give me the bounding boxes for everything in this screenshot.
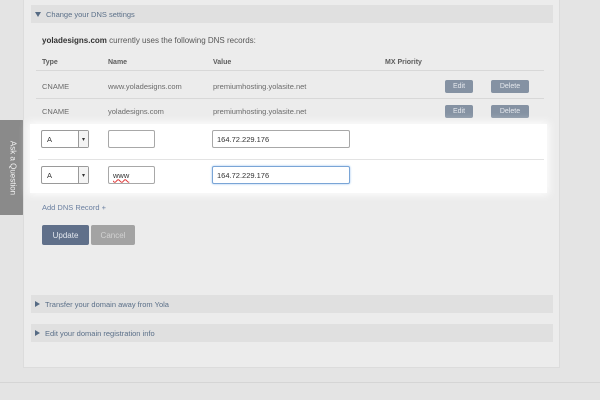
record-value-input[interactable]: 164.72.229.176 bbox=[212, 130, 350, 148]
col-header-name: Name bbox=[108, 59, 128, 66]
record-value: premiumhosting.yolasite.net bbox=[213, 82, 307, 91]
triangle-right-icon bbox=[35, 301, 40, 307]
transfer-section-title: Transfer your domain away from Yola bbox=[45, 299, 169, 309]
transfer-section-header[interactable]: Transfer your domain away from Yola bbox=[31, 295, 553, 313]
record-type-value: A bbox=[47, 134, 53, 144]
dns-section-title: Change your DNS settings bbox=[46, 9, 135, 19]
delete-button[interactable]: Delete bbox=[491, 80, 529, 93]
dropdown-arrow-icon: ▾ bbox=[78, 167, 88, 183]
record-value: premiumhosting.yolasite.net bbox=[213, 107, 307, 116]
record-type-value: A bbox=[47, 170, 53, 180]
record-name-value: www bbox=[113, 170, 130, 180]
footer-divider bbox=[0, 382, 600, 383]
edit-button[interactable]: Edit bbox=[445, 80, 473, 93]
record-value-input[interactable]: 164.72.229.176 bbox=[212, 166, 350, 184]
add-dns-record-link[interactable]: Add DNS Record + bbox=[42, 203, 106, 212]
record-value-text: 164.72.229.176 bbox=[217, 134, 270, 144]
col-header-type: Type bbox=[42, 59, 58, 66]
col-header-mx-priority: MX Priority bbox=[385, 59, 422, 66]
registration-section-header[interactable]: Edit your domain registration info bbox=[31, 324, 553, 342]
dropdown-arrow-icon: ▾ bbox=[78, 131, 88, 147]
delete-button[interactable]: Delete bbox=[491, 105, 529, 118]
registration-section-title: Edit your domain registration info bbox=[45, 328, 155, 338]
update-button[interactable]: Update bbox=[42, 225, 89, 245]
intro-text: currently uses the following DNS records… bbox=[106, 36, 256, 45]
row-divider bbox=[38, 159, 544, 160]
domain-name: yoladesigns.com bbox=[42, 36, 107, 45]
edit-button[interactable]: Edit bbox=[445, 105, 473, 118]
triangle-right-icon bbox=[35, 330, 40, 336]
cancel-button[interactable]: Cancel bbox=[91, 225, 135, 245]
record-name: yoladesigns.com bbox=[108, 107, 164, 116]
triangle-down-icon bbox=[35, 11, 41, 17]
col-header-value: Value bbox=[213, 59, 232, 66]
record-name-input[interactable] bbox=[108, 130, 155, 148]
record-type: CNAME bbox=[42, 107, 70, 116]
record-value-text: 164.72.229.176 bbox=[217, 170, 270, 180]
record-type: CNAME bbox=[42, 82, 70, 91]
record-name-input[interactable]: www bbox=[108, 166, 155, 184]
dns-intro-text: yoladesigns.com currently uses the follo… bbox=[42, 36, 256, 45]
row-divider bbox=[36, 98, 544, 99]
record-name: www.yoladesigns.com bbox=[108, 82, 182, 91]
dns-section-header[interactable]: Change your DNS settings bbox=[31, 5, 553, 23]
record-type-select[interactable]: A ▾ bbox=[41, 166, 89, 184]
ask-question-label: Ask a Question bbox=[8, 140, 18, 195]
record-type-select[interactable]: A ▾ bbox=[41, 130, 89, 148]
table-divider bbox=[36, 70, 544, 71]
